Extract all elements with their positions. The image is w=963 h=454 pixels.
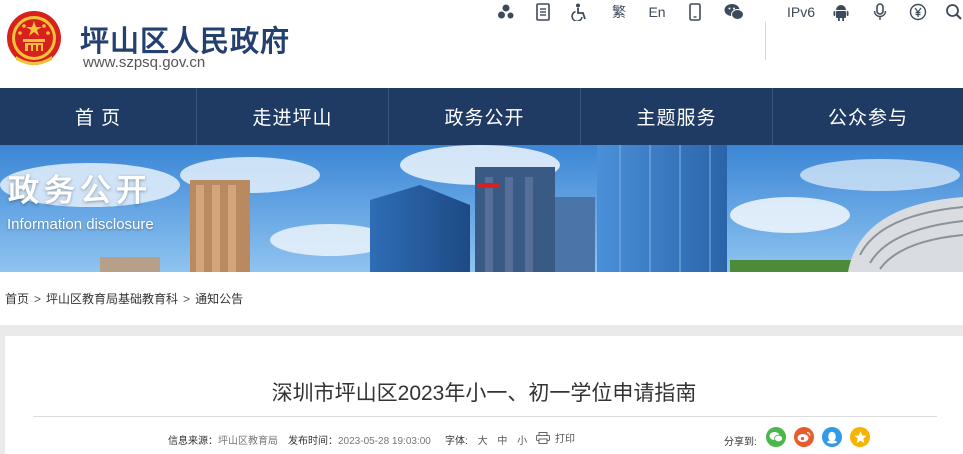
ipv6-badge[interactable]: IPv6 <box>786 0 816 24</box>
article-date: 发布时间：2023-05-28 19:03:00 <box>288 432 431 447</box>
font-size-medium[interactable]: 中 <box>497 436 507 447</box>
breadcrumb-home[interactable]: 首页 <box>5 290 29 307</box>
site-url[interactable]: www.szpsq.gov.cn <box>83 54 205 71</box>
accessibility-service-icon[interactable] <box>496 0 516 24</box>
article-source: 信息来源：坪山区教育局 <box>168 432 278 447</box>
search-icon[interactable] <box>944 0 963 24</box>
article-panel: 深圳市坪山区2023年小一、初一学位申请指南 信息来源：坪山区教育局 发布时间：… <box>5 336 963 454</box>
nav-item-theme-services[interactable]: 主题服务 <box>581 88 773 145</box>
android-icon[interactable] <box>832 0 850 24</box>
date-value: 2023-05-28 19:03:00 <box>338 436 431 447</box>
national-emblem-icon[interactable] <box>6 10 62 68</box>
traditional-chinese-toggle[interactable]: 繁 <box>609 0 629 24</box>
font-size-large[interactable]: 大 <box>478 436 488 447</box>
yuan-service-icon[interactable] <box>908 0 928 24</box>
print-button[interactable]: 打印 <box>536 430 575 445</box>
source-label: 信息来源： <box>168 436 218 447</box>
breadcrumb-notices[interactable]: 通知公告 <box>195 290 243 307</box>
share-wechat-icon[interactable] <box>766 427 786 447</box>
banner-subtitle: Information disclosure <box>7 216 154 233</box>
breadcrumb-separator: > <box>183 291 191 306</box>
document-icon[interactable] <box>535 0 551 24</box>
share-label: 分享到: <box>724 437 757 448</box>
date-label: 发布时间： <box>288 436 338 447</box>
share-qzone-icon[interactable] <box>850 427 870 447</box>
source-value: 坪山区教育局 <box>218 436 278 447</box>
main-nav: 首 页 走进坪山 政务公开 主题服务 公众参与 <box>0 88 963 145</box>
english-toggle[interactable]: En <box>645 0 669 24</box>
title-divider <box>33 416 937 417</box>
microphone-icon[interactable] <box>872 0 888 24</box>
nav-item-about-pingshan[interactable]: 走进坪山 <box>197 88 389 145</box>
banner-title: 政务公开 <box>8 173 152 208</box>
wheelchair-icon[interactable] <box>570 0 590 24</box>
share-weibo-icon[interactable] <box>794 427 814 447</box>
print-label: 打印 <box>555 434 575 445</box>
breadcrumb-separator: > <box>34 291 42 306</box>
breadcrumb-education-bureau[interactable]: 坪山区教育局基础教育科 <box>46 290 178 307</box>
breadcrumb: 首页 > 坪山区教育局基础教育科 > 通知公告 <box>0 272 963 325</box>
page-banner: 政务公开 Information disclosure <box>0 145 963 272</box>
nav-item-public-participation[interactable]: 公众参与 <box>773 88 963 145</box>
wechat-icon[interactable] <box>723 0 745 24</box>
font-size-small[interactable]: 小 <box>517 436 527 447</box>
font-size-controls: 字体: 大 中 小 <box>445 432 527 447</box>
nav-item-home[interactable]: 首 页 <box>0 88 197 145</box>
article-title: 深圳市坪山区2023年小一、初一学位申请指南 <box>271 382 697 405</box>
site-header: 坪山区人民政府 www.szpsq.gov.cn 繁 En IPv6 <box>0 0 963 88</box>
share-qq-icon[interactable] <box>822 427 842 447</box>
printer-icon <box>536 431 550 444</box>
toolbar-divider <box>765 22 766 60</box>
font-label: 字体: <box>445 436 468 447</box>
nav-item-government-affairs[interactable]: 政务公开 <box>389 88 581 145</box>
mobile-icon[interactable] <box>687 0 703 24</box>
